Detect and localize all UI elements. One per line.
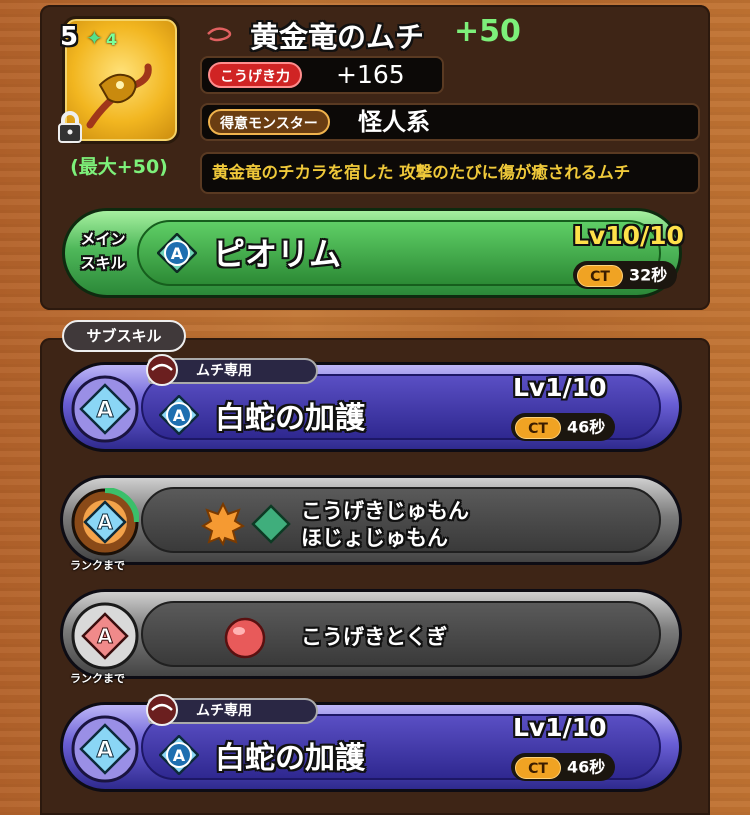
svg-text:A: A xyxy=(171,244,184,263)
skill-a-icon: A xyxy=(159,735,199,775)
lock-icon xyxy=(58,111,82,143)
ct-value: 32秒 xyxy=(629,265,668,285)
svg-text:A: A xyxy=(173,746,186,765)
sub-skill-type: こうげきとくぎ xyxy=(301,624,447,651)
main-skill-level: Lv10/10 xyxy=(573,221,684,250)
sub-skill-type-line1: こうげきとくぎ xyxy=(301,625,448,649)
svg-text:A: A xyxy=(97,510,113,534)
description-row: 黄金竜のチカラを宿した 攻撃のたびに傷が癒されるムチ xyxy=(200,152,700,194)
monster-value: 怪人系 xyxy=(358,108,430,136)
ct-badge: CT xyxy=(577,264,623,287)
sub-skill-type: こうげきじゅもん ほじょじゅもん xyxy=(301,498,469,552)
svg-text:A: A xyxy=(97,624,113,648)
exclusive-label: ムチ専用 xyxy=(196,703,252,719)
sub-skill-bar[interactable]: A こうげきとくぎ xyxy=(60,589,682,679)
rank-label: ランクまで xyxy=(70,559,125,572)
monster-row: 得意モンスター 怪人系 xyxy=(200,103,700,141)
sub-skill-name: 白蛇の加護 xyxy=(215,741,365,776)
skill-a-medal-icon: A xyxy=(71,602,139,670)
svg-text:A: A xyxy=(173,406,186,425)
ct-value: 46秒 xyxy=(567,757,606,777)
main-skill-ct: CT 32秒 xyxy=(573,261,678,289)
attack-row: こうげき力 +165 xyxy=(200,56,444,94)
whip-small-icon xyxy=(146,694,178,726)
attack-value: +165 xyxy=(336,60,405,89)
sub-skill-ct: CT 46秒 xyxy=(511,753,616,781)
sub-skill-name: 白蛇の加護 xyxy=(215,401,365,436)
main-skill-name: ピオリム xyxy=(213,235,342,273)
exclusive-label: ムチ専用 xyxy=(196,363,252,379)
whip-small-icon xyxy=(207,27,232,42)
sub-skill-type-line2: ほじょじゅもん xyxy=(301,526,448,550)
sparkle-count: 4 xyxy=(106,30,118,49)
whip-item-icon xyxy=(86,63,152,129)
skill-a-medal-icon: A xyxy=(71,375,139,443)
svg-text:A: A xyxy=(96,398,113,423)
main-skill-label: メイン スキル xyxy=(71,227,135,275)
sub-skill-level: Lv1/10 xyxy=(513,373,607,402)
item-plus-value: +50 xyxy=(454,14,521,49)
max-bonus-label: (最大+50) xyxy=(70,156,168,178)
ct-value: 46秒 xyxy=(567,417,606,437)
item-description: 黄金竜のチカラを宿した 攻撃のたびに傷が癒されるムチ xyxy=(212,163,631,182)
item-name: 黄金竜のムチ xyxy=(250,20,425,54)
sub-skill-tab[interactable]: サブスキル xyxy=(62,320,186,352)
sub-skill-type-line1: こうげきじゅもん xyxy=(301,499,469,523)
main-skill-bar[interactable]: メイン スキル A ピオリム Lv10/10 CT 32秒 xyxy=(62,208,684,298)
sparkle-icon: ✦ xyxy=(86,26,103,50)
skill-a-icon: A xyxy=(157,233,197,273)
red-orb-icon xyxy=(224,617,266,659)
attack-tag: こうげき力 xyxy=(208,62,302,88)
ct-badge: CT xyxy=(515,416,561,439)
monster-tag: 得意モンスター xyxy=(208,109,330,135)
rank-label: ランクまで xyxy=(70,672,125,685)
ct-badge: CT xyxy=(515,756,561,779)
whip-small-icon xyxy=(146,354,178,386)
skill-a-medal-icon: A xyxy=(71,715,139,783)
green-diamond-icon xyxy=(251,504,291,544)
main-skill-label-line1: メイン xyxy=(80,230,126,248)
sub-skill-level: Lv1/10 xyxy=(513,713,607,742)
sub-skill-bar[interactable]: A こうげきじゅもん ほじょじゅもん xyxy=(60,475,682,565)
sub-skill-ct: CT 46秒 xyxy=(511,413,616,441)
orange-gear-icon xyxy=(201,502,245,546)
item-rank: 5 xyxy=(60,22,79,52)
main-skill-label-line2: スキル xyxy=(80,254,126,272)
skill-a-icon: A xyxy=(159,395,199,435)
skill-a-medal-icon: A xyxy=(71,488,139,556)
svg-text:A: A xyxy=(96,738,113,763)
